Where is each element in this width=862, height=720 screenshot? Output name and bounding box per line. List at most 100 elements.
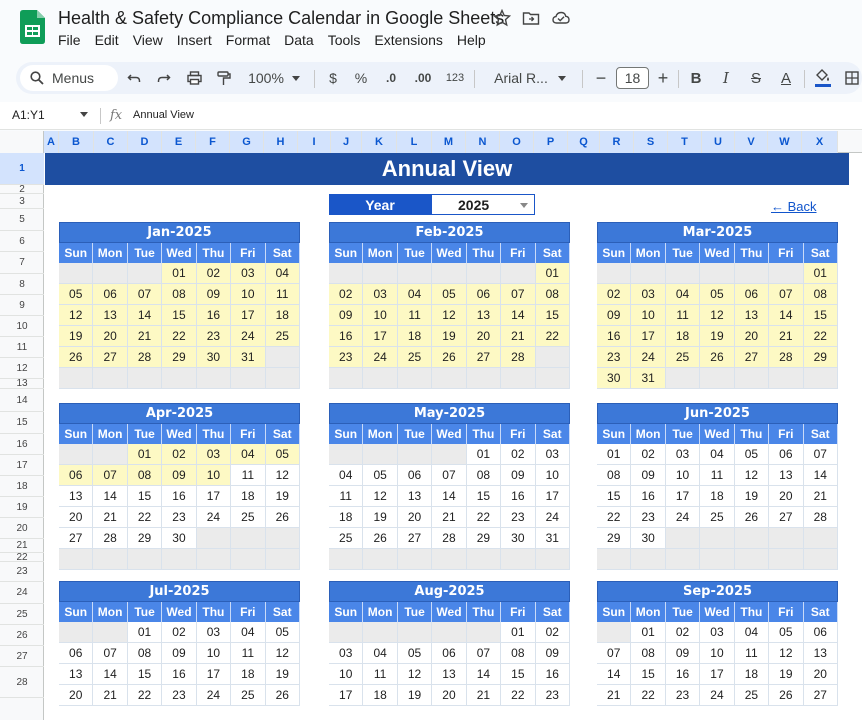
day-cell[interactable]: 20 <box>59 685 94 706</box>
day-cell[interactable]: 25 <box>329 528 364 549</box>
day-cell[interactable] <box>466 263 502 284</box>
day-cell[interactable]: 23 <box>597 347 632 368</box>
day-cell[interactable]: 26 <box>363 528 398 549</box>
menu-tools[interactable]: Tools <box>328 32 361 48</box>
day-cell[interactable]: 05 <box>363 465 398 486</box>
day-cell[interactable] <box>363 368 398 389</box>
day-cell[interactable]: 19 <box>432 326 467 347</box>
day-cell[interactable]: 17 <box>363 326 398 347</box>
day-cell[interactable]: 24 <box>665 507 701 528</box>
day-cell[interactable]: 08 <box>803 284 838 305</box>
day-cell[interactable]: 10 <box>329 664 364 685</box>
column-header[interactable]: U <box>702 131 735 153</box>
strikethrough-button[interactable]: S <box>744 62 768 94</box>
day-cell[interactable] <box>329 549 364 570</box>
more-formats-button[interactable]: 123 <box>442 62 468 94</box>
day-cell[interactable]: 08 <box>501 643 536 664</box>
day-cell[interactable] <box>665 549 701 570</box>
day-cell[interactable]: 03 <box>363 284 398 305</box>
day-cell[interactable]: 12 <box>265 643 300 664</box>
search-menus-button[interactable]: Menus <box>20 65 118 91</box>
day-cell[interactable]: 24 <box>535 507 570 528</box>
day-cell[interactable] <box>700 263 735 284</box>
day-cell[interactable]: 05 <box>397 643 433 664</box>
day-cell[interactable]: 22 <box>501 685 536 706</box>
day-cell[interactable] <box>734 549 770 570</box>
menu-insert[interactable]: Insert <box>177 32 212 48</box>
day-cell[interactable]: 22 <box>597 507 632 528</box>
day-cell[interactable]: 13 <box>59 486 94 507</box>
day-cell[interactable]: 13 <box>397 486 433 507</box>
column-header[interactable]: M <box>432 131 466 153</box>
day-cell[interactable]: 01 <box>127 444 163 465</box>
day-cell[interactable] <box>597 549 632 570</box>
day-cell[interactable]: 30 <box>631 528 666 549</box>
day-cell[interactable]: 26 <box>432 347 467 368</box>
day-cell[interactable]: 17 <box>196 486 232 507</box>
day-cell[interactable]: 27 <box>734 347 770 368</box>
day-cell[interactable]: 28 <box>93 528 128 549</box>
day-cell[interactable]: 06 <box>59 465 94 486</box>
day-cell[interactable] <box>501 368 536 389</box>
day-cell[interactable]: 10 <box>196 465 232 486</box>
day-cell[interactable]: 14 <box>769 305 804 326</box>
day-cell[interactable]: 23 <box>631 507 666 528</box>
decrease-decimal-button[interactable]: .0 <box>378 62 404 94</box>
day-cell[interactable] <box>535 549 570 570</box>
column-header[interactable]: O <box>500 131 534 153</box>
day-cell[interactable] <box>466 368 502 389</box>
day-cell[interactable]: 07 <box>127 284 163 305</box>
day-cell[interactable]: 01 <box>535 263 570 284</box>
day-cell[interactable] <box>432 444 467 465</box>
day-cell[interactable]: 29 <box>597 528 632 549</box>
row-header[interactable]: 3 <box>0 194 44 209</box>
day-cell[interactable]: 23 <box>196 326 232 347</box>
day-cell[interactable]: 21 <box>597 685 632 706</box>
day-cell[interactable]: 06 <box>59 643 94 664</box>
menu-extensions[interactable]: Extensions <box>374 32 442 48</box>
print-button[interactable] <box>182 62 206 94</box>
row-header[interactable]: 24 <box>0 582 44 604</box>
column-header[interactable]: L <box>397 131 432 153</box>
percent-format-button[interactable]: % <box>350 62 372 94</box>
day-cell[interactable]: 27 <box>59 528 94 549</box>
day-cell[interactable]: 21 <box>466 685 502 706</box>
day-cell[interactable]: 08 <box>597 465 632 486</box>
day-cell[interactable]: 23 <box>501 507 536 528</box>
undo-button[interactable] <box>122 62 146 94</box>
day-cell[interactable]: 26 <box>59 347 94 368</box>
day-cell[interactable]: 03 <box>535 444 570 465</box>
day-cell[interactable]: 13 <box>466 305 502 326</box>
day-cell[interactable]: 12 <box>700 305 735 326</box>
day-cell[interactable]: 24 <box>700 685 735 706</box>
day-cell[interactable]: 13 <box>93 305 128 326</box>
day-cell[interactable]: 05 <box>265 444 300 465</box>
day-cell[interactable]: 11 <box>700 465 735 486</box>
column-header[interactable]: W <box>768 131 802 153</box>
day-cell[interactable] <box>501 263 536 284</box>
day-cell[interactable]: 06 <box>432 643 467 664</box>
day-cell[interactable]: 20 <box>397 507 433 528</box>
row-header[interactable]: 8 <box>0 274 44 295</box>
column-header[interactable]: G <box>230 131 264 153</box>
day-cell[interactable]: 24 <box>363 347 398 368</box>
day-cell[interactable]: 04 <box>363 643 398 664</box>
zoom-select[interactable]: 100% <box>242 62 306 94</box>
day-cell[interactable]: 20 <box>93 326 128 347</box>
day-cell[interactable]: 21 <box>93 685 128 706</box>
name-box[interactable]: A1:Y1 <box>12 108 45 122</box>
day-cell[interactable] <box>700 549 735 570</box>
day-cell[interactable] <box>162 549 197 570</box>
day-cell[interactable]: 19 <box>59 326 94 347</box>
day-cell[interactable] <box>59 263 94 284</box>
day-cell[interactable]: 28 <box>803 507 838 528</box>
day-cell[interactable]: 15 <box>803 305 838 326</box>
row-header[interactable]: 10 <box>0 316 44 337</box>
day-cell[interactable]: 10 <box>363 305 398 326</box>
day-cell[interactable]: 15 <box>127 664 163 685</box>
day-cell[interactable]: 22 <box>535 326 570 347</box>
day-cell[interactable]: 25 <box>734 685 770 706</box>
day-cell[interactable]: 05 <box>432 284 467 305</box>
day-cell[interactable] <box>769 263 804 284</box>
day-cell[interactable] <box>127 263 163 284</box>
